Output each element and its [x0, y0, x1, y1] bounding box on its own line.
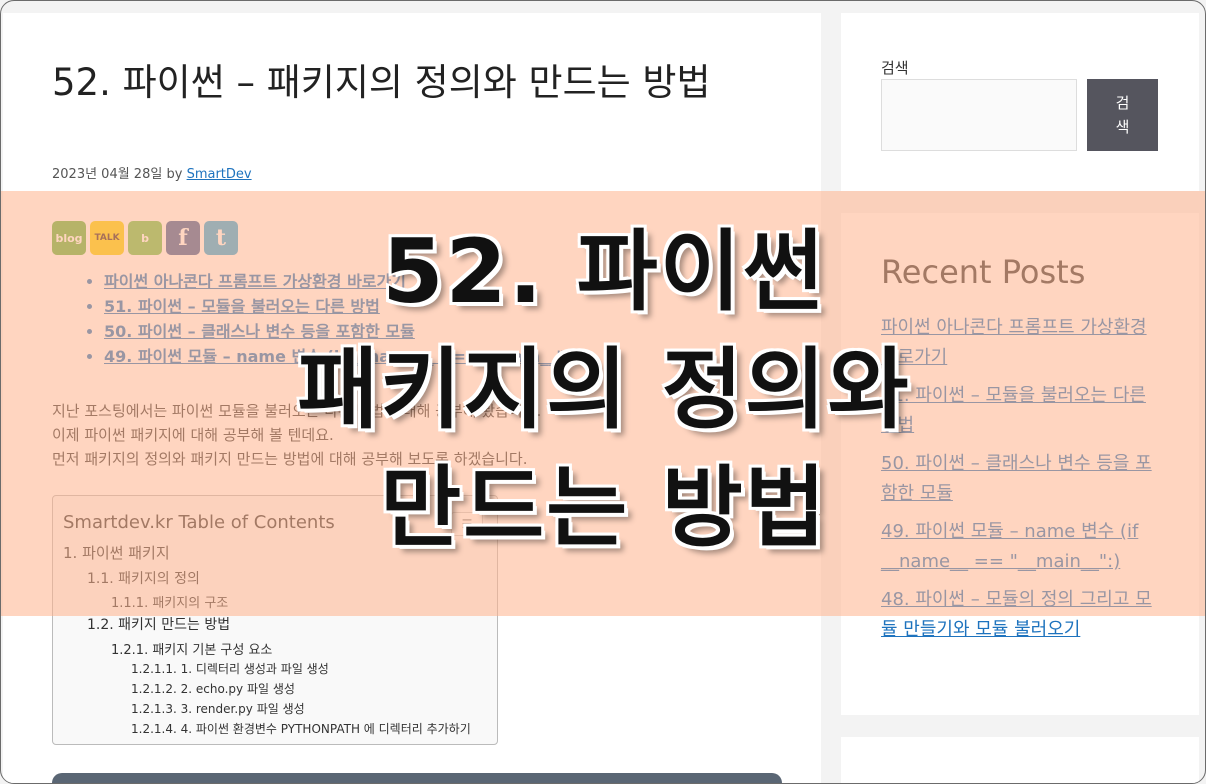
recent-post-link[interactable]: 50. 파이썬 – 클래스나 변수 등을 포함한 모듈	[881, 449, 1153, 509]
list-item: 파이썬 아나콘다 프롬프트 가상환경 바로가기	[104, 269, 578, 294]
share-buttons: blog TALK b f t	[52, 221, 238, 255]
list-item: 51. 파이썬 – 모듈을 불러오는 다른 방법	[104, 294, 578, 319]
post-meta: 2023년 04월 28일 by SmartDev	[52, 163, 252, 182]
body-paragraph: 지난 포스팅에서는 파이썬 모듈을 불러오는 다른 방법에 대해 공부해 봤습니…	[52, 402, 542, 420]
related-posts-list: 파이썬 아나콘다 프롬프트 가상환경 바로가기 51. 파이썬 – 모듈을 불러…	[84, 269, 578, 369]
toc-item[interactable]: 1.2.1.2. 2. echo.py 파일 생성	[131, 680, 295, 697]
related-post-link[interactable]: 파이썬 아나콘다 프롬프트 가상환경 바로가기	[104, 272, 406, 291]
toc-item[interactable]: 1.2.1.1. 1. 디렉터리 생성과 파일 생성	[131, 660, 329, 677]
share-band-icon[interactable]: b	[128, 221, 162, 255]
post-title: 52. 파이썬 – 패키지의 정의와 만드는 방법	[52, 61, 711, 104]
recent-post-link[interactable]: 48. 파이썬 – 모듈의 정의 그리고 모듈 만들기와 모듈 불러오기	[881, 585, 1153, 645]
toc-title: Smartdev.kr Table of Contents	[63, 512, 335, 533]
window-frame: 52. 파이썬 – 패키지의 정의와 만드는 방법 2023년 04월 28일 …	[0, 0, 1206, 784]
recent-post-link[interactable]: 파이썬 아나콘다 프롬프트 가상환경 바로가기	[881, 313, 1153, 373]
recent-post-link[interactable]: 51. 파이썬 – 모듈을 불러오는 다른 방법	[881, 381, 1153, 441]
search-label: 검색	[881, 59, 909, 77]
toc-item[interactable]: 1.2.1.4. 4. 파이썬 환경변수 PYTHONPATH 에 디렉터리 추…	[131, 720, 471, 737]
share-kakaotalk-icon[interactable]: TALK	[90, 221, 124, 255]
list-item: 49. 파이썬 모듈 – name 변수 (if __name__ == "__…	[104, 344, 578, 369]
share-facebook-icon[interactable]: f	[166, 221, 200, 255]
body-paragraph: 이제 파이썬 패키지에 대해 공부해 볼 텐데요.	[52, 426, 334, 444]
share-twitter-icon[interactable]: t	[204, 221, 238, 255]
toc-item[interactable]: 1.2. 패키지 만드는 방법	[87, 614, 230, 634]
toc-item[interactable]: 1.1. 패키지의 정의	[87, 568, 200, 588]
share-blog-icon[interactable]: blog	[52, 221, 86, 255]
post-author-link[interactable]: SmartDev	[187, 167, 252, 182]
recent-post-link[interactable]: 49. 파이썬 모듈 – name 변수 (if __name__ == "__…	[881, 517, 1153, 577]
list-item: 50. 파이썬 – 클래스나 변수 등을 포함한 모듈	[104, 319, 578, 344]
search-button[interactable]: 검색	[1087, 79, 1158, 151]
toc-item[interactable]: 1.2.1. 패키지 기본 구성 요소	[111, 639, 272, 658]
toc-item[interactable]: 1. 파이썬 패키지	[63, 542, 170, 563]
post-body: 지난 포스팅에서는 파이썬 모듈을 불러오는 다른 방법에 대해 공부해 봤습니…	[52, 399, 812, 471]
body-paragraph: 먼저 패키지의 정의와 패키지 만드는 방법에 대해 공부해 보도록 하겠습니다…	[52, 450, 528, 468]
related-post-link[interactable]: 49. 파이썬 모듈 – name 변수 (if __name__ == "__…	[104, 347, 578, 366]
related-post-link[interactable]: 51. 파이썬 – 모듈을 불러오는 다른 방법	[104, 297, 380, 316]
toc-toggle-icon[interactable]: ☰	[451, 512, 483, 536]
toc-item[interactable]: 1.2.1.3. 3. render.py 파일 생성	[131, 700, 305, 717]
recent-posts-heading: Recent Posts	[881, 253, 1086, 291]
sidebar-bottom-widget	[841, 737, 1199, 783]
related-post-link[interactable]: 50. 파이썬 – 클래스나 변수 등을 포함한 모듈	[104, 322, 415, 341]
toc-item[interactable]: 1.1.1. 패키지의 구조	[111, 592, 228, 611]
search-input[interactable]	[881, 79, 1077, 151]
post-date: 2023년 04월 28일	[52, 167, 163, 182]
post-by: by	[166, 167, 183, 182]
content-bottom-bar	[52, 773, 782, 783]
table-of-contents: Smartdev.kr Table of Contents ☰ 1. 파이썬 패…	[52, 495, 498, 745]
recent-posts-list: 파이썬 아나콘다 프롬프트 가상환경 바로가기 51. 파이썬 – 모듈을 불러…	[881, 313, 1153, 653]
